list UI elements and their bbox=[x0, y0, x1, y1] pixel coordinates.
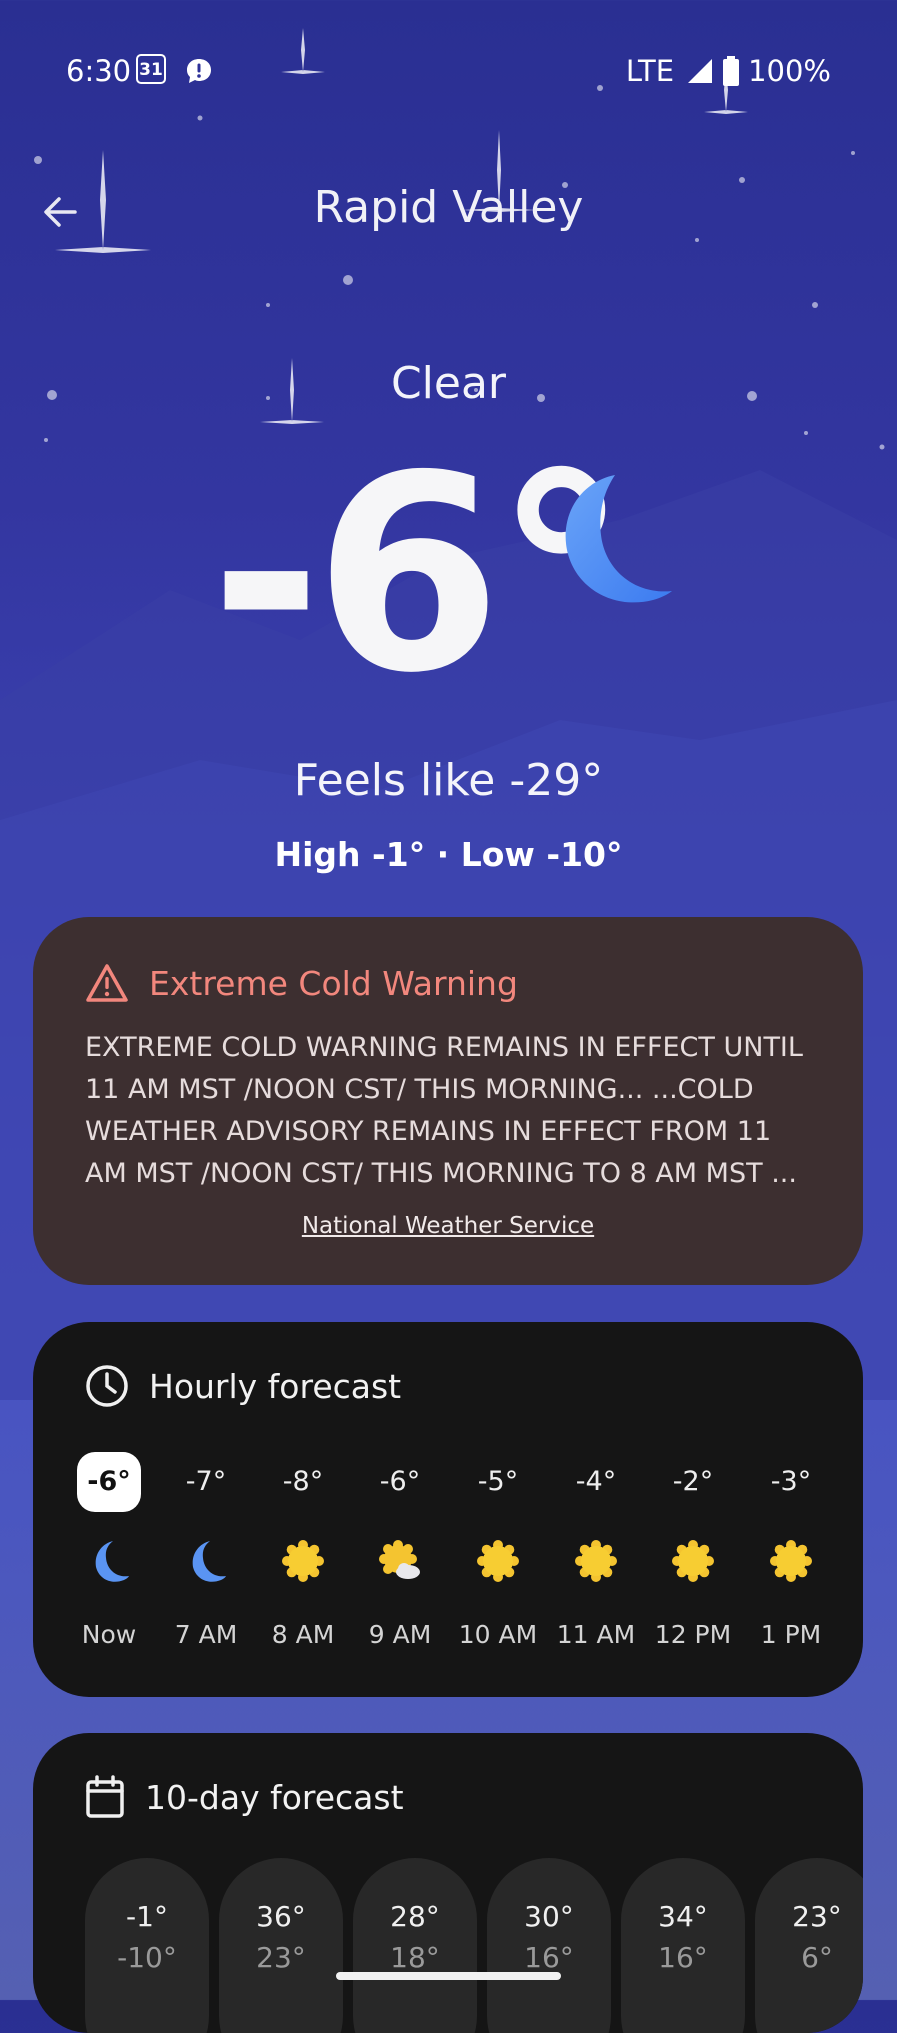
hourly-forecast-card: Hourly forecast -6° Now -7° 7 AM -8° 8 AM -6° 9… bbox=[33, 1322, 863, 1697]
hour-label: 1 PM bbox=[760, 1620, 822, 1649]
hour-column: -6° 9 AM bbox=[352, 1452, 448, 1649]
clock-icon bbox=[86, 1365, 128, 1407]
day-forecast-pill[interactable]: -1° -10° bbox=[85, 1858, 209, 2033]
moon-icon bbox=[61, 1538, 157, 1584]
ten-day-header: 10-day forecast bbox=[85, 1775, 404, 1819]
top-bar: Rapid Valley bbox=[0, 170, 897, 250]
hour-column: -6° Now bbox=[61, 1452, 157, 1649]
hour-column: -8° 8 AM bbox=[255, 1452, 351, 1649]
current-condition: Clear bbox=[390, 358, 507, 409]
feels-like: Feels like -29° bbox=[293, 755, 604, 806]
warning-icon bbox=[86, 964, 128, 1002]
day-forecast-pill[interactable]: 30° 16° bbox=[487, 1858, 611, 2033]
hour-column: -4° 11 AM bbox=[548, 1452, 644, 1649]
hour-temp: -8° bbox=[282, 1466, 324, 1497]
battery-percent: 100% bbox=[748, 54, 831, 88]
hour-temp: -7° bbox=[185, 1466, 227, 1497]
day-forecast-pill[interactable]: 36° 23° bbox=[219, 1858, 343, 2033]
day-forecast-pill[interactable]: 34° 16° bbox=[621, 1858, 745, 2033]
network-type: LTE bbox=[625, 54, 675, 88]
weather-alert-card[interactable]: Extreme Cold Warning EXTREME COLD WARNIN… bbox=[33, 917, 863, 1285]
day-high: -1° bbox=[126, 1900, 168, 1933]
sun-icon bbox=[255, 1538, 351, 1584]
hour-label: 8 AM bbox=[271, 1620, 335, 1649]
hour-temp: -5° bbox=[477, 1466, 519, 1497]
moon-icon bbox=[565, 475, 672, 603]
hour-temp: -6° bbox=[77, 1452, 141, 1512]
day-low: 6° bbox=[801, 1941, 833, 1974]
day-low: 16° bbox=[658, 1941, 708, 1974]
hour-temp: -2° bbox=[672, 1466, 714, 1497]
status-indicators: LTE 100% bbox=[626, 54, 831, 88]
battery-icon bbox=[723, 56, 740, 86]
day-forecast-pill[interactable]: 23° 6° bbox=[755, 1858, 863, 2033]
day-forecast-pill[interactable]: 28° 18° bbox=[353, 1858, 477, 2033]
alert-title: Extreme Cold Warning bbox=[149, 963, 518, 1003]
alert-source-link[interactable]: National Weather Service bbox=[85, 1213, 811, 1239]
day-high: 30° bbox=[524, 1900, 574, 1933]
sun-icon bbox=[645, 1538, 741, 1584]
day-low: 23° bbox=[256, 1941, 306, 1974]
day-high: 23° bbox=[792, 1900, 842, 1933]
alert-description: EXTREME COLD WARNING REMAINS IN EFFECT U… bbox=[85, 1032, 803, 1189]
hour-label: Now bbox=[81, 1620, 137, 1649]
calendar-icon: 31 bbox=[136, 54, 166, 84]
hour-label: 7 AM bbox=[174, 1620, 238, 1649]
moon-icon bbox=[158, 1538, 254, 1584]
ten-day-forecast-card: 10-day forecast -1° -10° 36° 23° 28° 18° 30° 16… bbox=[33, 1733, 863, 2033]
location-title: Rapid Valley bbox=[313, 182, 584, 233]
hour-column: -5° 10 AM bbox=[450, 1452, 546, 1649]
hourly-header: Hourly forecast bbox=[85, 1364, 401, 1408]
hour-label: 9 AM bbox=[368, 1620, 432, 1649]
status-time: 6:30 bbox=[66, 54, 132, 88]
hour-label: 11 AM bbox=[556, 1620, 636, 1649]
hour-column: -3° 1 PM bbox=[743, 1452, 839, 1649]
sun-icon bbox=[548, 1538, 644, 1584]
ten-day-title: 10-day forecast bbox=[145, 1777, 404, 1817]
sun-cloud-icon bbox=[352, 1538, 448, 1584]
hour-temp: -6° bbox=[379, 1466, 421, 1497]
alert-header: Extreme Cold Warning bbox=[85, 963, 811, 1003]
day-high: 36° bbox=[256, 1900, 306, 1933]
sun-icon bbox=[743, 1538, 839, 1584]
day-high: 28° bbox=[390, 1900, 440, 1933]
hour-label: 10 AM bbox=[458, 1620, 538, 1649]
signal-icon bbox=[688, 59, 713, 83]
status-bar: 6:30 31 LTE 100% bbox=[0, 48, 897, 98]
hour-temp: -3° bbox=[770, 1466, 812, 1497]
hour-column: -7° 7 AM bbox=[158, 1452, 254, 1649]
gesture-nav-handle[interactable] bbox=[336, 1972, 561, 1980]
day-low: -10° bbox=[117, 1941, 177, 1974]
day-low: 18° bbox=[390, 1941, 440, 1974]
hourly-title: Hourly forecast bbox=[149, 1366, 402, 1406]
alert-bubble-icon bbox=[187, 59, 211, 83]
sun-icon bbox=[450, 1538, 546, 1584]
calendar-icon bbox=[86, 1775, 124, 1818]
hour-label: 12 PM bbox=[654, 1620, 732, 1649]
hour-column: -2° 12 PM bbox=[645, 1452, 741, 1649]
high-low: High -1° · Low -10° bbox=[274, 835, 623, 874]
day-low: 16° bbox=[524, 1941, 574, 1974]
hour-temp: -4° bbox=[575, 1466, 617, 1497]
day-high: 34° bbox=[658, 1900, 708, 1933]
